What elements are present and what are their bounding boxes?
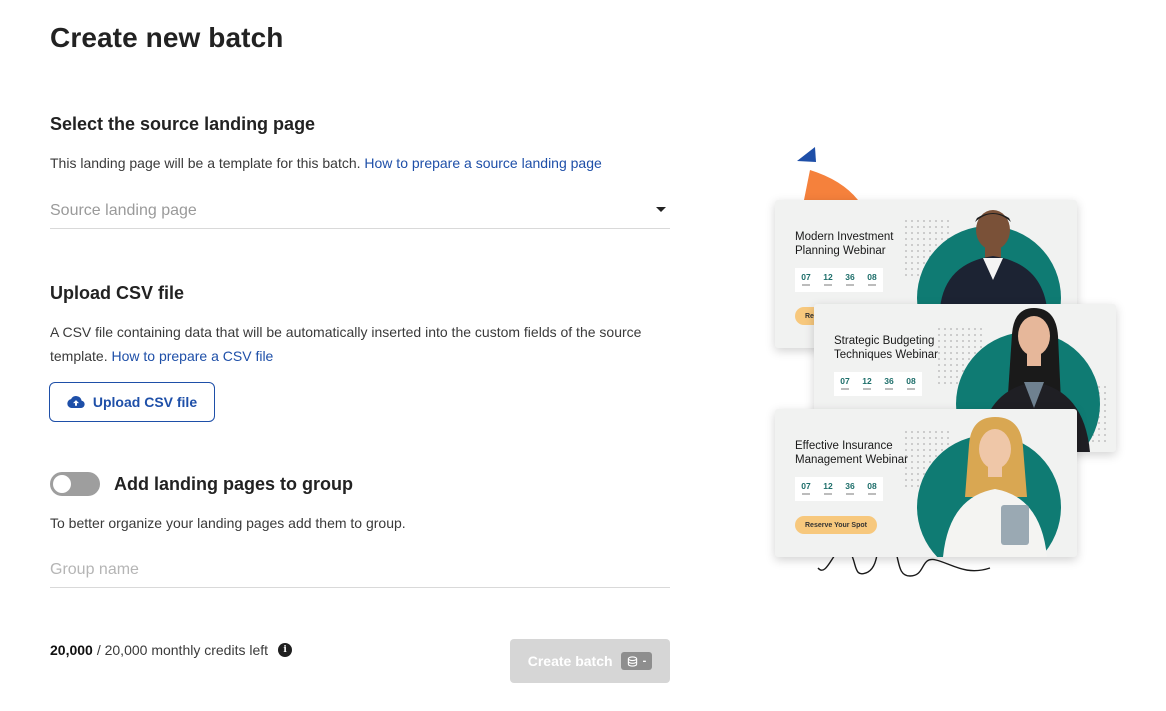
countdown: 07 12 36 08 [834, 372, 922, 396]
credit-cost-chip: - [620, 652, 653, 670]
source-description: This landing page will be a template for… [50, 151, 602, 175]
source-help-link[interactable]: How to prepare a source landing page [364, 155, 601, 171]
create-batch-label: Create batch [527, 653, 613, 669]
countdown-hours: 12 [817, 268, 839, 292]
countdown-minutes: 36 [839, 268, 861, 292]
toggle-knob [53, 475, 71, 493]
source-section-title: Select the source landing page [50, 114, 316, 134]
group-toggle[interactable] [50, 472, 100, 496]
presenter-photo [940, 210, 1047, 308]
group-section-title: Add landing pages to group [114, 474, 353, 494]
orange-quarter-shape [804, 170, 858, 200]
countdown-days: 07 [834, 372, 856, 396]
countdown-hours: 12 [856, 372, 878, 396]
batch-illustration: Modern Investment Planning Webinar 07 12… [770, 140, 1130, 590]
countdown-minutes: 36 [839, 477, 861, 501]
upload-csv-button[interactable]: Upload CSV file [49, 382, 215, 422]
countdown: 07 12 36 08 [795, 477, 883, 501]
csv-section-title: Upload CSV file [50, 283, 185, 303]
coins-icon [627, 655, 637, 667]
card-title: Effective Insurance Management Webinar [795, 440, 908, 466]
credit-cost-value: - [642, 655, 647, 667]
page-title: Create new batch [50, 22, 284, 53]
credits-left-value: 20,000 [50, 642, 93, 658]
group-name-input[interactable] [50, 560, 670, 579]
info-icon[interactable]: i [278, 643, 293, 657]
credits-left-text: / 20,000 monthly credits left [96, 642, 269, 658]
card-title: Strategic Budgeting Techniques Webinar [834, 335, 938, 361]
blue-triangle-shape [797, 147, 816, 162]
csv-description: A CSV file containing data that will be … [50, 320, 650, 368]
countdown-minutes: 36 [878, 372, 900, 396]
caret-down-icon [656, 207, 666, 212]
countdown: 07 12 36 08 [795, 268, 883, 292]
upload-csv-label: Upload CSV file [92, 394, 198, 410]
webinar-card: Effective Insurance Management Webinar 0… [775, 409, 1077, 557]
cloud-upload-icon [67, 396, 85, 408]
source-landing-page-select[interactable]: Source landing page [50, 193, 670, 229]
countdown-days: 07 [795, 268, 817, 292]
countdown-days: 07 [795, 477, 817, 501]
card-title: Modern Investment Planning Webinar [795, 231, 894, 257]
countdown-seconds: 08 [861, 268, 883, 292]
countdown-hours: 12 [817, 477, 839, 501]
reserve-button-preview: Reserve Your Spot [795, 516, 877, 534]
countdown-seconds: 08 [900, 372, 922, 396]
source-select-placeholder: Source landing page [50, 201, 197, 219]
csv-help-link[interactable]: How to prepare a CSV file [111, 348, 273, 364]
group-name-field[interactable] [50, 552, 670, 588]
group-description: To better organize your landing pages ad… [50, 515, 406, 531]
credits-summary: 20,000 / 20,000 monthly credits left i [50, 642, 293, 658]
create-batch-button[interactable]: Create batch - [510, 639, 670, 683]
presenter-photo [943, 417, 1047, 557]
source-description-text: This landing page will be a template for… [50, 155, 361, 171]
countdown-seconds: 08 [861, 477, 883, 501]
